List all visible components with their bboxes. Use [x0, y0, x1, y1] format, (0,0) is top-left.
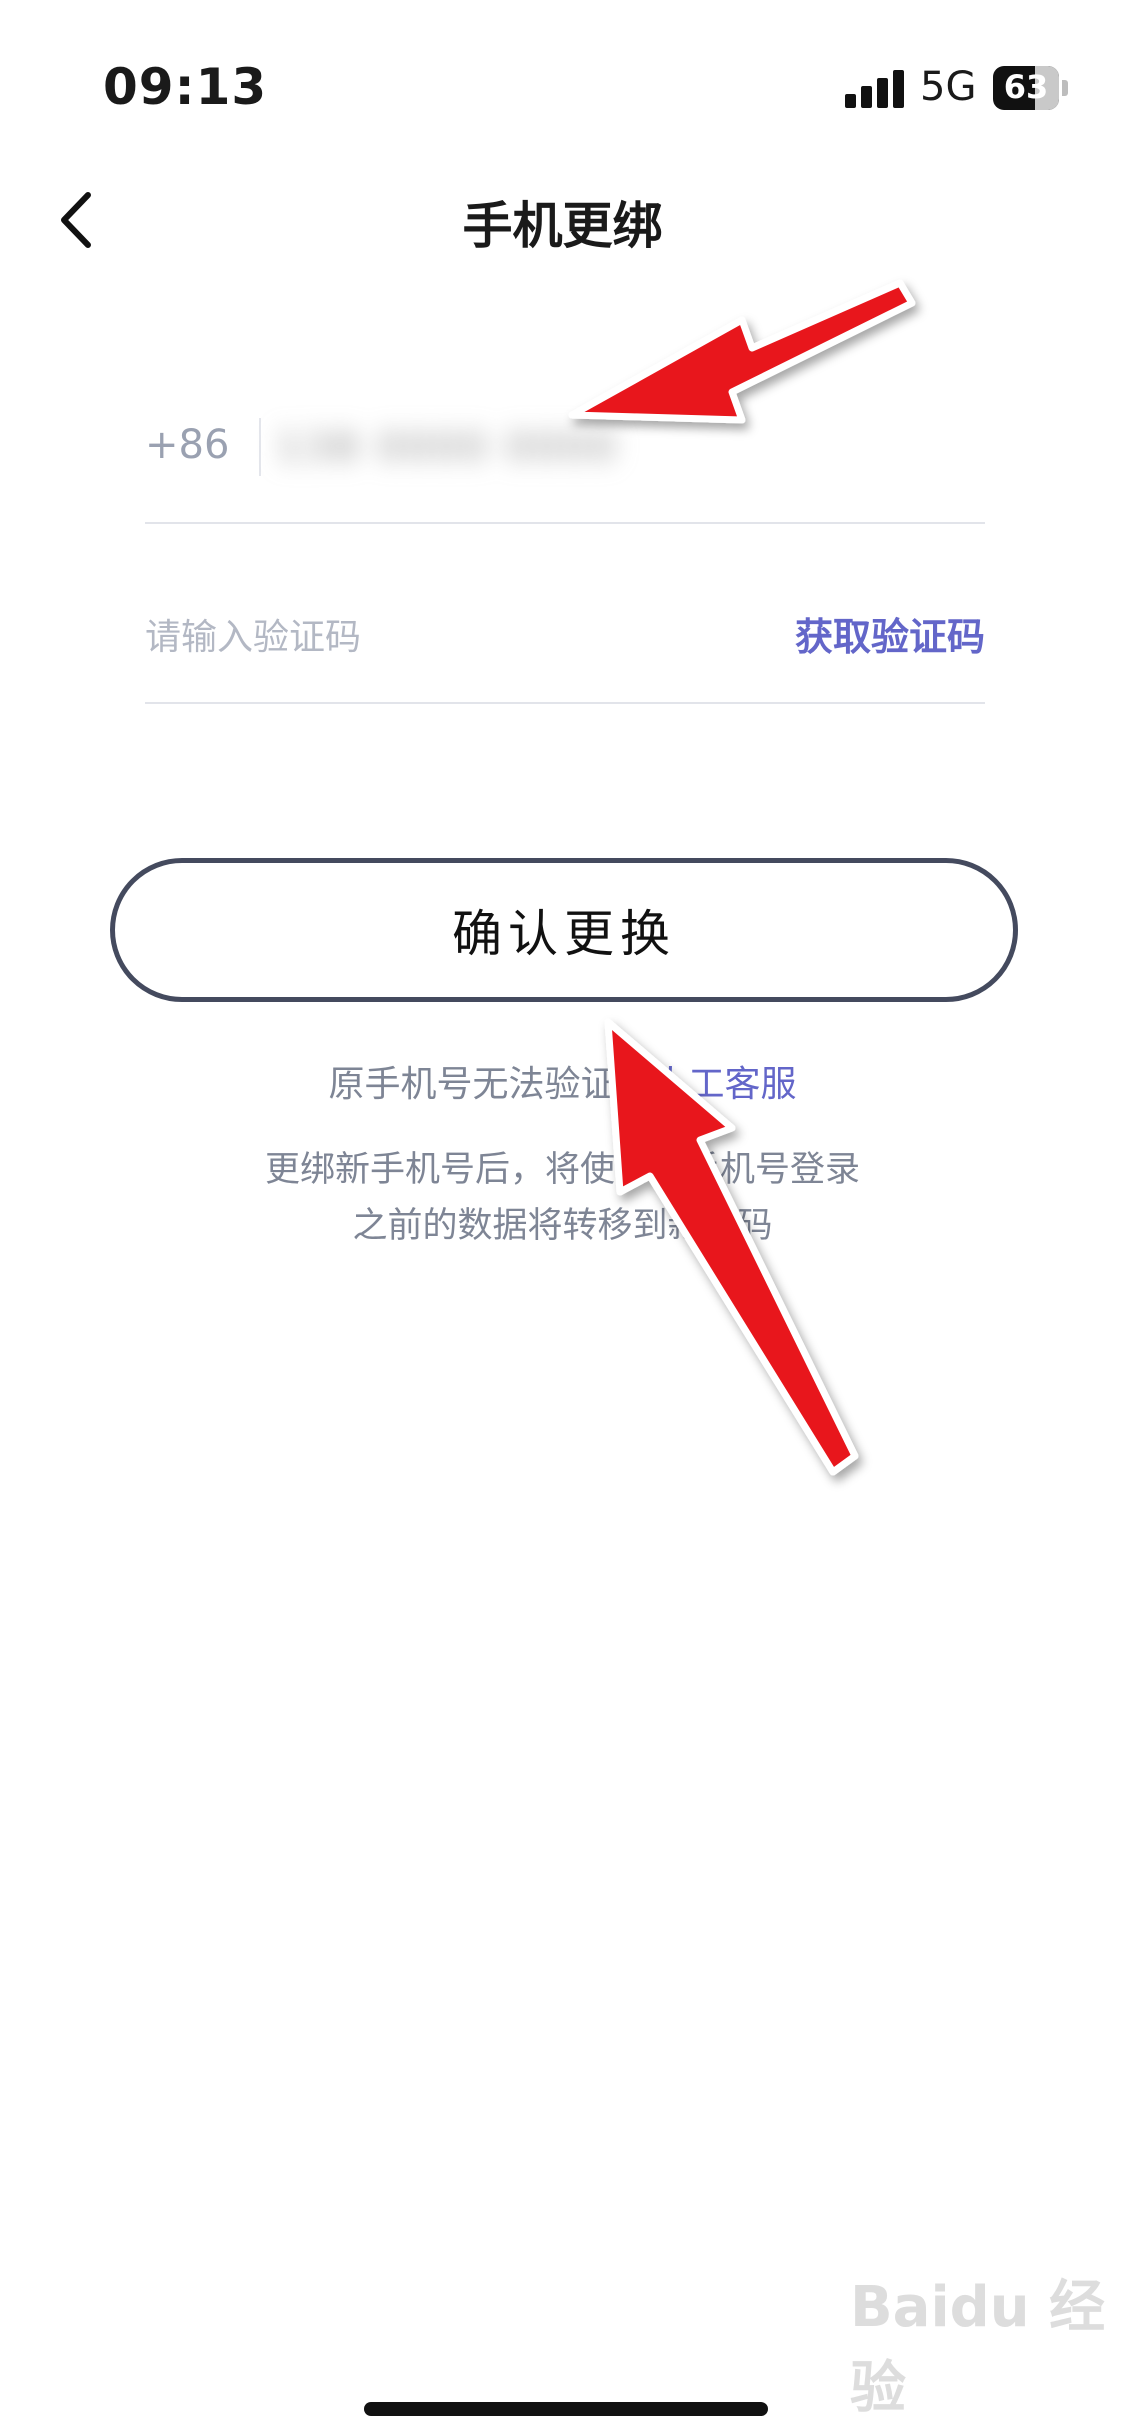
country-code[interactable]: +86 — [145, 422, 229, 468]
get-code-button[interactable]: 获取验证码 — [795, 606, 985, 661]
home-indicator[interactable] — [364, 2402, 768, 2416]
network-type: 5G — [920, 64, 977, 110]
status-time: 09:13 — [103, 58, 268, 116]
phone-number-input[interactable]: 138 0000 0000 — [269, 410, 717, 484]
phone-underline — [145, 522, 985, 524]
notice-line-2: 之前的数据将转移到新号码 — [352, 1206, 773, 1246]
help-prefix: 原手机号无法验证？ — [328, 1064, 653, 1105]
verification-code-row: 请输入验证码 获取验证码 — [145, 600, 985, 700]
verification-code-input[interactable]: 请输入验证码 — [145, 608, 361, 660]
arrow-to-phone-icon — [568, 279, 916, 424]
battery-level: 63 — [1003, 68, 1049, 106]
page-title: 手机更绑 — [462, 197, 663, 255]
baidu-watermark: Baidu 经验 — [850, 2275, 1106, 2421]
confirm-change-button[interactable]: 确认更换 — [110, 858, 1018, 1002]
code-underline — [145, 702, 985, 704]
phone-number-value: 138 0000 0000 — [277, 425, 620, 469]
help-text: 原手机号无法验证？人工客服 — [0, 1055, 1125, 1107]
customer-service-link[interactable]: 人工客服 — [653, 1064, 797, 1105]
cellular-signal-icon — [845, 70, 905, 108]
battery-icon: 63 — [993, 66, 1069, 110]
phone-number-row: +86 138 0000 0000 — [145, 418, 985, 524]
field-divider — [259, 418, 261, 476]
notice-line-1: 更绑新手机号后，将使用新手机号登录 — [264, 1150, 860, 1190]
rebind-notice: 更绑新手机号后，将使用新手机号登录 之前的数据将转移到新号码 — [0, 1142, 1125, 1254]
